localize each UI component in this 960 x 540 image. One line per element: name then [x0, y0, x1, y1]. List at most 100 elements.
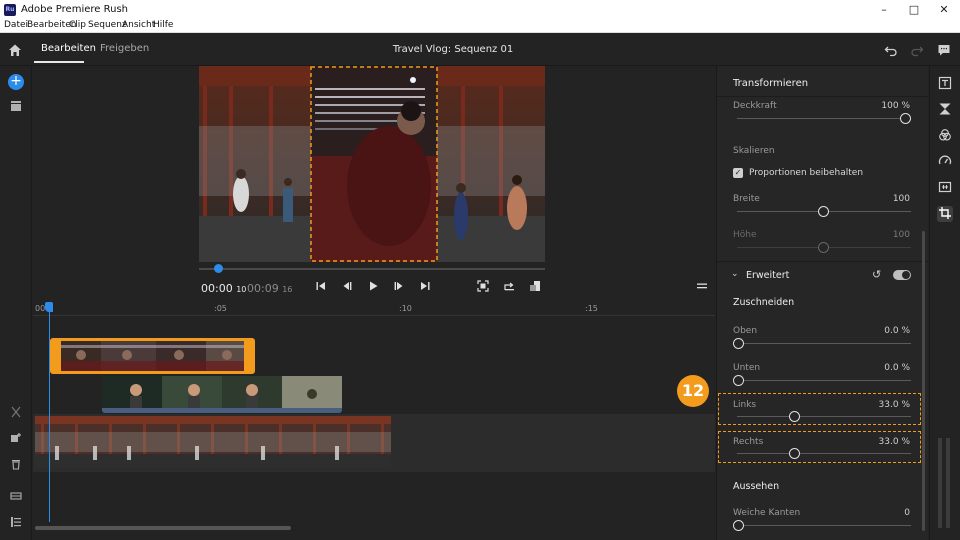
slider-knob[interactable] — [733, 375, 744, 386]
color-icon[interactable] — [937, 128, 953, 144]
rechts-highlight — [718, 431, 921, 463]
oben-value[interactable]: 0.0 % — [884, 326, 910, 336]
reset-icon[interactable]: ↺ — [872, 268, 881, 281]
slider-knob[interactable] — [789, 411, 800, 422]
timeline-clip-selected[interactable] — [50, 338, 255, 374]
step-forward-icon[interactable] — [391, 280, 407, 296]
panel-title: Transformieren — [733, 78, 809, 89]
step-back-icon[interactable] — [339, 280, 355, 296]
preview-panel: 00:00 10 00:09 16 — [33, 66, 715, 302]
close-icon[interactable]: ✕ — [934, 2, 954, 18]
weiche-kanten-slider[interactable] — [733, 520, 911, 531]
menu-sequenz[interactable]: Sequenz — [88, 20, 127, 30]
playhead-line — [49, 312, 50, 522]
slider-knob[interactable] — [733, 520, 744, 531]
window-title: Adobe Premiere Rush — [21, 4, 128, 15]
aussehen-label: Aussehen — [733, 481, 780, 492]
unten-slider[interactable] — [733, 375, 911, 386]
hoehe-slider — [737, 242, 911, 253]
rechts-value[interactable]: 33.0 % — [879, 437, 910, 447]
breite-value[interactable]: 100 — [893, 194, 910, 204]
links-value[interactable]: 33.0 % — [879, 400, 910, 410]
timeline-ruler[interactable]: 00 :05 :10 :15 — [33, 302, 715, 316]
clip-audio-bar — [102, 408, 342, 413]
rechts-slider[interactable] — [737, 448, 911, 459]
breite-label: Breite — [733, 194, 760, 204]
deckkraft-value[interactable]: 100 % — [881, 101, 910, 111]
oben-label: Oben — [733, 326, 758, 336]
transitions-icon[interactable] — [937, 102, 953, 118]
undo-icon[interactable] — [884, 42, 898, 57]
chat-icon[interactable] — [937, 42, 951, 56]
minimize-icon[interactable]: – — [874, 2, 894, 18]
preview-scrub-head[interactable] — [214, 264, 223, 273]
titles-icon[interactable] — [937, 76, 953, 92]
media-icon[interactable] — [8, 100, 24, 114]
weiche-kanten-value[interactable]: 0 — [904, 508, 910, 518]
menu-lines-icon[interactable] — [694, 280, 710, 296]
slider-knob[interactable] — [789, 448, 800, 459]
skip-end-icon[interactable] — [417, 280, 433, 296]
crop-icon[interactable] — [937, 206, 953, 222]
timeline-scrollbar[interactable] — [35, 526, 291, 530]
timeline-clip-overlay[interactable] — [102, 376, 342, 408]
fullscreen-icon[interactable] — [475, 280, 491, 296]
track-icon[interactable] — [8, 490, 24, 504]
menu-datei[interactable]: Datei — [4, 20, 28, 30]
ruler-label: :10 — [399, 304, 412, 313]
timeline-clip-temple[interactable] — [35, 416, 391, 468]
deckkraft-slider[interactable] — [737, 113, 911, 124]
slider-knob[interactable] — [818, 206, 829, 217]
scissors-icon[interactable] — [8, 406, 24, 420]
oben-slider[interactable] — [733, 338, 911, 349]
skip-start-icon[interactable] — [313, 280, 329, 296]
export-frame-icon[interactable] — [501, 280, 517, 296]
app-icon: Ru — [4, 4, 16, 16]
menu-hilfe[interactable]: Hilfe — [153, 20, 173, 30]
duration-timecode: 00:09 16 — [247, 282, 293, 295]
menu-ansicht[interactable]: Ansicht — [122, 20, 155, 30]
links-label: Links — [733, 400, 757, 410]
redo-icon[interactable] — [910, 42, 924, 57]
audio-icon[interactable] — [937, 180, 953, 196]
ruler-label: 00 — [35, 304, 46, 313]
unten-value[interactable]: 0.0 % — [884, 363, 910, 373]
tab-underline — [34, 61, 84, 63]
erweitert-toggle[interactable] — [893, 270, 911, 280]
playhead-handle[interactable] — [45, 302, 53, 312]
slider-knob[interactable] — [733, 338, 744, 349]
audio-meter-right — [946, 438, 950, 528]
deckkraft-label: Deckkraft — [733, 101, 777, 111]
preview-scrubber[interactable] — [199, 268, 545, 270]
plus-icon[interactable]: + — [8, 74, 24, 90]
panel-scrollbar[interactable] — [922, 231, 925, 531]
transform-panel: Transformieren Deckkraft 100 % Skalieren… — [716, 66, 929, 540]
speed-icon[interactable] — [937, 154, 953, 170]
breite-slider[interactable] — [737, 206, 911, 217]
links-slider[interactable] — [737, 411, 911, 422]
aspect-ratio-icon[interactable] — [527, 280, 543, 296]
divider — [717, 261, 929, 262]
app-header: Bearbeiten Freigeben Travel Vlog: Sequen… — [0, 33, 960, 66]
hoehe-label: Höhe — [733, 230, 757, 240]
weiche-kanten-label: Weiche Kanten — [733, 508, 801, 518]
chevron-down-icon[interactable]: ⌄ — [731, 269, 739, 279]
play-icon[interactable] — [365, 280, 381, 296]
video-preview[interactable] — [199, 66, 545, 262]
audio-meter-left — [938, 438, 942, 528]
trash-icon[interactable] — [8, 458, 24, 472]
menu-clip[interactable]: Clip — [69, 20, 86, 30]
slider-knob — [818, 242, 829, 253]
timeline: 00 :05 :10 :15 — [33, 302, 715, 540]
erweitert-label[interactable]: Erweitert — [746, 270, 789, 281]
title-bar: Ru Adobe Premiere Rush – □ ✕ — [0, 0, 960, 20]
maximize-icon[interactable]: □ — [904, 2, 924, 18]
tool-iconbar — [929, 66, 960, 540]
slider-knob[interactable] — [900, 113, 911, 124]
duplicate-icon[interactable] — [8, 432, 24, 446]
rechts-label: Rechts — [733, 437, 764, 447]
project-title: Travel Vlog: Sequenz 01 — [392, 44, 514, 55]
proportionen-checkbox[interactable]: ✓ — [733, 168, 743, 178]
proportionen-label: Proportionen beibehalten — [749, 168, 864, 178]
list-icon[interactable] — [8, 516, 24, 530]
